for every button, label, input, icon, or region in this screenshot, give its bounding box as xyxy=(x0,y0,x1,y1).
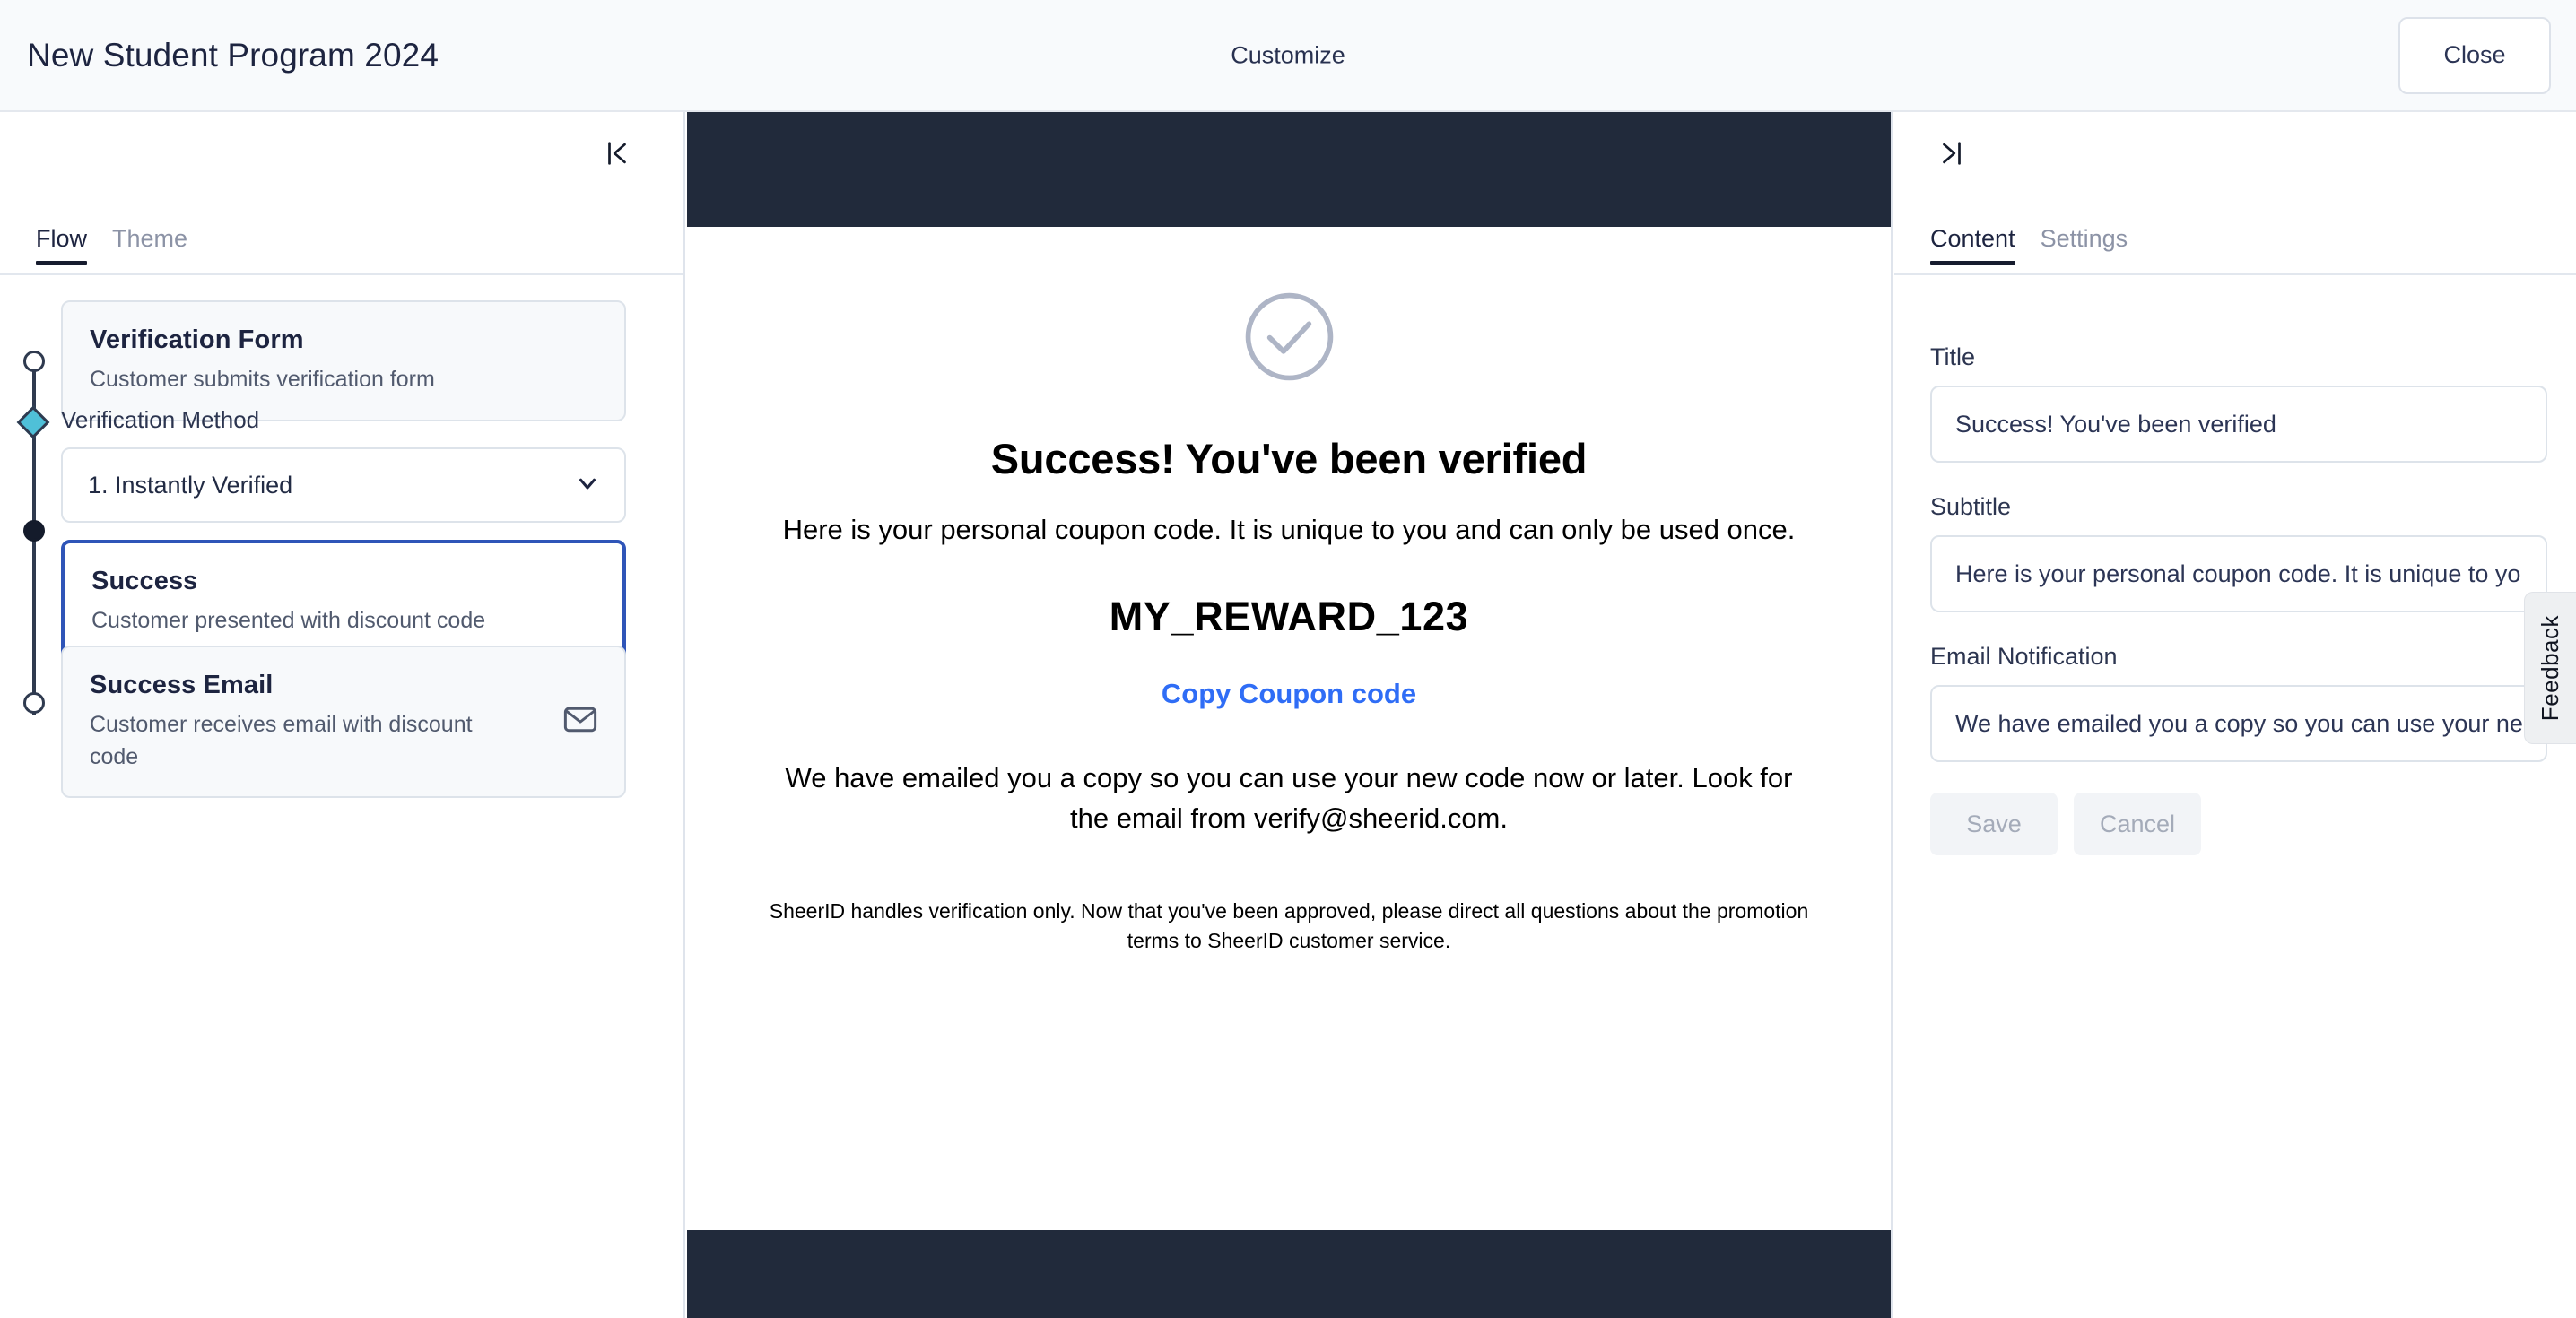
tab-flow[interactable]: Flow xyxy=(36,225,88,265)
preview-email-note: We have emailed you a copy so you can us… xyxy=(785,761,1793,834)
flow-card-description: Customer submits verification form xyxy=(90,367,435,392)
right-content-panel: Content Settings Title Subtitle Email No… xyxy=(1894,112,2576,1318)
preview-coupon-code: MY_REWARD_123 xyxy=(1109,593,1469,639)
flow-card-description: Customer presented with discount code xyxy=(91,608,486,633)
flow-node-verification-form xyxy=(23,351,45,372)
save-button[interactable]: Save xyxy=(1930,793,2058,855)
form-actions: Save Cancel xyxy=(1930,793,2547,855)
feedback-tab[interactable]: Feedback xyxy=(2524,592,2576,744)
verification-method-select[interactable]: 1. Instantly Verified xyxy=(61,447,626,523)
title-field-label: Title xyxy=(1930,343,1976,370)
email-notification-field-group: Email Notification xyxy=(1930,643,2547,762)
flow-card-title: Success Email xyxy=(90,671,274,699)
mail-icon xyxy=(561,701,599,743)
title-field[interactable] xyxy=(1930,386,2547,463)
cancel-button[interactable]: Cancel xyxy=(2074,793,2201,855)
collapse-left-icon[interactable] xyxy=(596,132,639,175)
left-panel-tabs: Flow Theme xyxy=(0,225,683,275)
feedback-tab-label: Feedback xyxy=(2537,614,2563,722)
flow-card-success-email[interactable]: Success Email Customer receives email wi… xyxy=(61,646,626,798)
preview-panel: Success! You've been verified Here is yo… xyxy=(687,112,1893,1318)
flow-card-title: Success xyxy=(91,567,198,595)
chevron-down-icon xyxy=(574,470,601,501)
preview-subtitle: Here is your personal coupon code. It is… xyxy=(782,514,1796,545)
flow-card-description: Customer receives email with discount co… xyxy=(90,712,473,769)
verification-method-value: 1. Instantly Verified xyxy=(88,471,293,499)
flow-card-title: Verification Form xyxy=(90,325,304,354)
flow-node-verification-method xyxy=(16,405,50,439)
tab-theme[interactable]: Theme xyxy=(112,225,187,264)
tab-content[interactable]: Content xyxy=(1930,225,2015,265)
preview-title: Success! You've been verified xyxy=(990,435,1588,482)
collapse-right-icon[interactable] xyxy=(1930,132,1973,175)
subtitle-field[interactable] xyxy=(1930,535,2547,612)
customize-label: Customize xyxy=(1231,41,1345,68)
title-field-group: Title xyxy=(1930,343,2547,463)
preview-header-band xyxy=(687,112,1891,227)
flow-node-success-email xyxy=(23,692,45,714)
left-flow-panel: Flow Theme Verification Form Customer su… xyxy=(0,112,685,1318)
verification-method-label: Verification Method xyxy=(61,406,260,433)
close-button[interactable]: Close xyxy=(2398,16,2551,94)
flow-card-verification-form[interactable]: Verification Form Customer submits verif… xyxy=(61,300,626,421)
copy-coupon-code-link[interactable]: Copy Coupon code xyxy=(1162,678,1416,710)
preview-fine-print: SheerID handles verification only. Now t… xyxy=(769,898,1809,953)
flow-node-success xyxy=(23,520,45,542)
content-form: Title Subtitle Email Notification Save C… xyxy=(1930,343,2547,855)
right-panel-tabs: Content Settings xyxy=(1894,225,2576,275)
subtitle-field-label: Subtitle xyxy=(1930,493,2012,520)
email-notification-field[interactable] xyxy=(1930,685,2547,762)
subtitle-field-group: Subtitle xyxy=(1930,493,2547,612)
email-notification-field-label: Email Notification xyxy=(1930,643,2118,670)
check-circle-icon xyxy=(752,290,1826,384)
tab-settings[interactable]: Settings xyxy=(2041,225,2128,264)
preview-content: Success! You've been verified Here is yo… xyxy=(687,227,1891,1230)
preview-footer-band xyxy=(687,1230,1891,1318)
top-bar: New Student Program 2024 Customize Close xyxy=(0,0,2576,112)
